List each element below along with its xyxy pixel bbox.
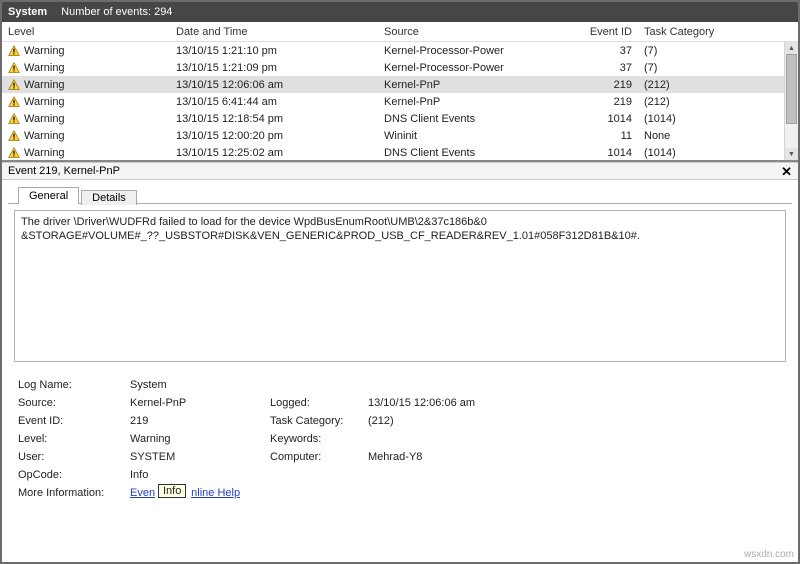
source-value: Kernel-PnP [130, 397, 270, 409]
user-label: User: [18, 451, 130, 463]
tooltip-info: Info [158, 484, 186, 498]
watermark: wsxdn.com [744, 549, 794, 560]
more-info-label: More Information: [18, 487, 130, 499]
event-message-line-1: The driver \Driver\WUDFRd failed to load… [21, 215, 779, 229]
row-date: 13/10/15 12:18:54 pm [170, 113, 378, 125]
tabs: General Details [8, 180, 792, 204]
scroll-thumb[interactable] [786, 54, 797, 124]
row-source: Wininit [378, 130, 570, 142]
task-category-label: Task Category: [270, 415, 368, 427]
row-date: 13/10/15 1:21:09 pm [170, 62, 378, 74]
row-level: Warning [24, 62, 65, 74]
row-task-category: (1014) [638, 147, 758, 159]
table-row[interactable]: Warning 13/10/15 1:21:10 pmKernel-Process… [2, 42, 798, 59]
log-name-value: System [130, 379, 270, 391]
row-source: Kernel-Processor-Power [378, 45, 570, 57]
row-event-id: 11 [570, 130, 638, 142]
row-event-id: 219 [570, 79, 638, 91]
computer-label: Computer: [270, 451, 368, 463]
row-date: 13/10/15 1:21:10 pm [170, 45, 378, 57]
row-event-id: 37 [570, 45, 638, 57]
table-header[interactable]: Level Date and Time Source Event ID Task… [2, 22, 798, 42]
row-task-category: (212) [638, 96, 758, 108]
warning-icon [8, 62, 20, 74]
detail-title: Event 219, Kernel-PnP [8, 165, 120, 177]
title-bar: System Number of events: 294 [2, 2, 798, 22]
logged-label: Logged: [270, 397, 368, 409]
log-name-label: Log Name: [18, 379, 130, 391]
opcode-label: OpCode: [18, 469, 130, 481]
keywords-label: Keywords: [270, 433, 368, 445]
row-source: Kernel-PnP [378, 96, 570, 108]
tab-content: The driver \Driver\WUDFRd failed to load… [14, 210, 786, 502]
row-source: Kernel-PnP [378, 79, 570, 91]
table-row[interactable]: Warning 13/10/15 1:21:09 pmKernel-Process… [2, 59, 798, 76]
source-label: Source: [18, 397, 130, 409]
level-label: Level: [18, 433, 130, 445]
warning-icon [8, 113, 20, 125]
row-date: 13/10/15 12:25:02 am [170, 147, 378, 159]
row-date: 13/10/15 12:06:06 am [170, 79, 378, 91]
tab-general[interactable]: General [18, 187, 79, 204]
opcode-value: Info [130, 469, 270, 481]
col-source[interactable]: Source [378, 26, 570, 38]
warning-icon [8, 130, 20, 142]
row-task-category: (212) [638, 79, 758, 91]
user-value: SYSTEM [130, 451, 270, 463]
event-id-label: Event ID: [18, 415, 130, 427]
warning-icon [8, 45, 20, 57]
row-task-category: (1014) [638, 113, 758, 125]
table-body: Warning 13/10/15 1:21:10 pmKernel-Process… [2, 42, 798, 161]
logged-value: 13/10/15 12:06:06 am [368, 397, 568, 409]
task-category-value: (212) [368, 415, 568, 427]
row-task-category: (7) [638, 62, 758, 74]
warning-icon [8, 96, 20, 108]
table-row[interactable]: Warning 13/10/15 12:18:54 pmDNS Client Ev… [2, 110, 798, 127]
warning-icon [8, 79, 20, 91]
computer-value: Mehrad-Y8 [368, 451, 568, 463]
row-level: Warning [24, 113, 65, 125]
col-event-id[interactable]: Event ID [570, 26, 638, 38]
log-title: System [8, 6, 47, 18]
table-row[interactable]: Warning 13/10/15 12:25:02 amDNS Client Ev… [2, 144, 798, 161]
table-row[interactable]: Warning 13/10/15 12:06:06 amKernel-PnP219… [2, 76, 798, 93]
row-source: DNS Client Events [378, 113, 570, 125]
col-level[interactable]: Level [2, 26, 170, 38]
row-date: 13/10/15 12:00:20 pm [170, 130, 378, 142]
row-source: Kernel-Processor-Power [378, 62, 570, 74]
row-task-category: None [638, 130, 758, 142]
row-event-id: 1014 [570, 113, 638, 125]
row-date: 13/10/15 6:41:44 am [170, 96, 378, 108]
close-icon[interactable]: ✕ [781, 165, 792, 178]
table-row[interactable]: Warning 13/10/15 6:41:44 amKernel-PnP219(… [2, 93, 798, 110]
scroll-up-icon[interactable]: ▲ [785, 42, 798, 54]
event-message-line-2: &STORAGE#VOLUME#_??_USBSTOR#DISK&VEN_GEN… [21, 229, 779, 243]
row-event-id: 1014 [570, 147, 638, 159]
events-panel: Level Date and Time Source Event ID Task… [2, 22, 798, 162]
tab-details[interactable]: Details [81, 190, 137, 205]
row-level: Warning [24, 130, 65, 142]
warning-icon [8, 147, 20, 159]
row-level: Warning [24, 79, 65, 91]
row-level: Warning [24, 147, 65, 159]
row-event-id: 219 [570, 96, 638, 108]
row-level: Warning [24, 45, 65, 57]
vertical-scrollbar[interactable]: ▲ ▼ [784, 42, 798, 160]
event-message: The driver \Driver\WUDFRd failed to load… [14, 210, 786, 362]
detail-header: Event 219, Kernel-PnP ✕ [2, 162, 798, 180]
event-properties: Log Name: System Source: Kernel-PnP Logg… [18, 376, 782, 502]
table-row[interactable]: Warning 13/10/15 12:00:20 pmWininit11None [2, 127, 798, 144]
scroll-down-icon[interactable]: ▼ [785, 148, 798, 160]
event-id-value: 219 [130, 415, 270, 427]
row-level: Warning [24, 96, 65, 108]
row-source: DNS Client Events [378, 147, 570, 159]
row-task-category: (7) [638, 45, 758, 57]
col-date[interactable]: Date and Time [170, 26, 378, 38]
row-event-id: 37 [570, 62, 638, 74]
event-count: Number of events: 294 [61, 6, 172, 18]
level-value: Warning [130, 433, 270, 445]
col-task-category[interactable]: Task Category [638, 26, 758, 38]
